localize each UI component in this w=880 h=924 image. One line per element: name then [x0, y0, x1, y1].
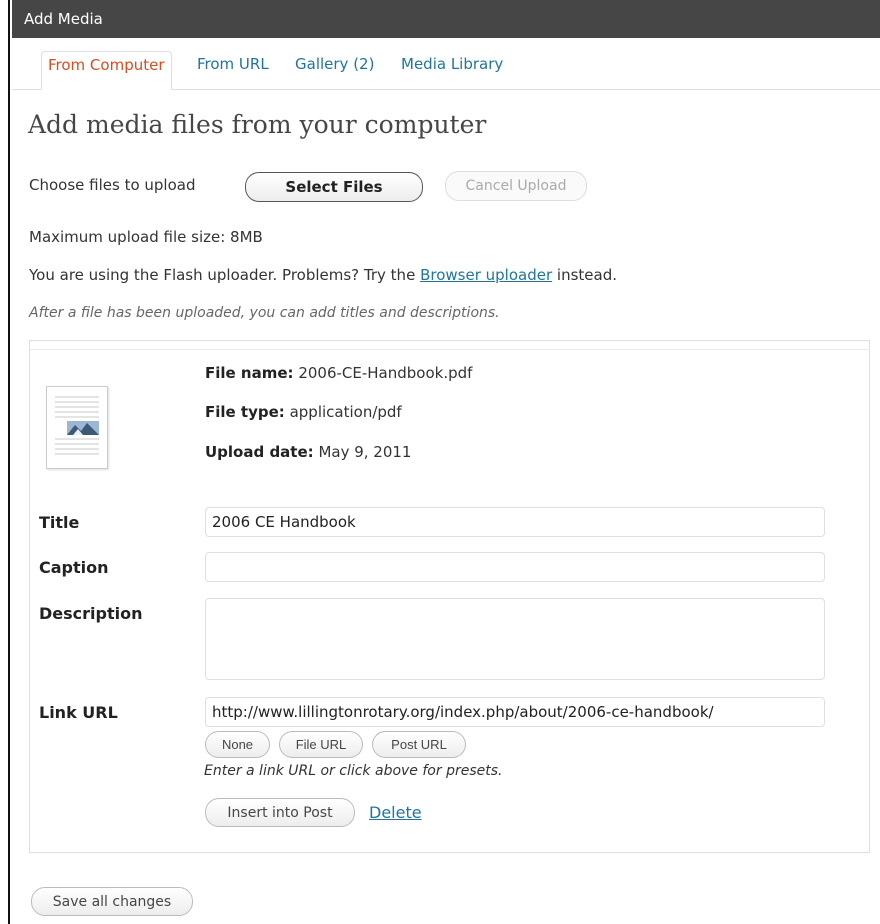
after-upload-note: After a file has been uploaded, you can … [29, 305, 500, 321]
save-all-changes-button[interactable]: Save all changes [31, 887, 193, 916]
file-name-label: File name: [205, 364, 294, 382]
tab-gallery[interactable]: Gallery (2) [289, 51, 380, 90]
window-titlebar: Add Media [12, 0, 880, 38]
link-url-help: Enter a link URL or click above for pres… [204, 763, 503, 779]
media-item: File name: 2006-CE-Handbook.pdf File typ… [29, 340, 870, 853]
link-none-button[interactable]: None [205, 731, 270, 758]
insert-into-post-button[interactable]: Insert into Post [205, 798, 355, 827]
delete-link[interactable]: Delete [369, 803, 422, 822]
choose-files-label: Choose files to upload [29, 176, 196, 194]
window-title: Add Media [24, 10, 103, 28]
select-files-button[interactable]: Select Files [245, 172, 423, 202]
flash-notice-prefix: You are using the Flash uploader. Proble… [29, 266, 416, 284]
document-thumbnail-icon [46, 386, 108, 469]
upload-date-value: May 9, 2011 [318, 443, 412, 461]
description-textarea[interactable] [205, 598, 825, 680]
flash-notice-suffix: instead. [556, 266, 617, 284]
max-upload-size: Maximum upload file size: 8MB [29, 228, 263, 246]
link-file-url-button[interactable]: File URL [279, 731, 363, 758]
browser-uploader-link[interactable]: Browser uploader [420, 266, 552, 284]
file-type-value: application/pdf [289, 403, 402, 421]
caption-input[interactable] [205, 552, 825, 582]
upload-date-row: Upload date: May 9, 2011 [205, 443, 411, 461]
file-type-row: File type: application/pdf [205, 403, 402, 421]
caption-label: Caption [39, 558, 109, 577]
cancel-upload-button[interactable]: Cancel Upload [445, 171, 587, 201]
flash-uploader-notice: You are using the Flash uploader. Proble… [29, 266, 617, 284]
page-title: Add media files from your computer [28, 110, 487, 139]
upload-content: Add media files from your computer Choos… [12, 90, 880, 924]
window-left-edge [0, 0, 10, 924]
title-label: Title [39, 513, 80, 532]
tab-from-computer[interactable]: From Computer [41, 51, 172, 90]
title-input[interactable] [205, 507, 825, 537]
link-url-input[interactable] [205, 697, 825, 727]
description-label: Description [39, 604, 143, 623]
file-type-label: File type: [205, 403, 285, 421]
file-name-row: File name: 2006-CE-Handbook.pdf [205, 364, 472, 382]
upload-date-label: Upload date: [205, 443, 314, 461]
tab-from-url[interactable]: From URL [191, 51, 275, 90]
file-name-value: 2006-CE-Handbook.pdf [298, 364, 473, 382]
link-url-label: Link URL [39, 703, 118, 722]
link-post-url-button[interactable]: Post URL [372, 731, 466, 758]
media-item-divider [30, 349, 869, 350]
media-tabs: From Computer From URL Gallery (2) Media… [12, 38, 880, 90]
tab-media-library[interactable]: Media Library [395, 51, 509, 90]
